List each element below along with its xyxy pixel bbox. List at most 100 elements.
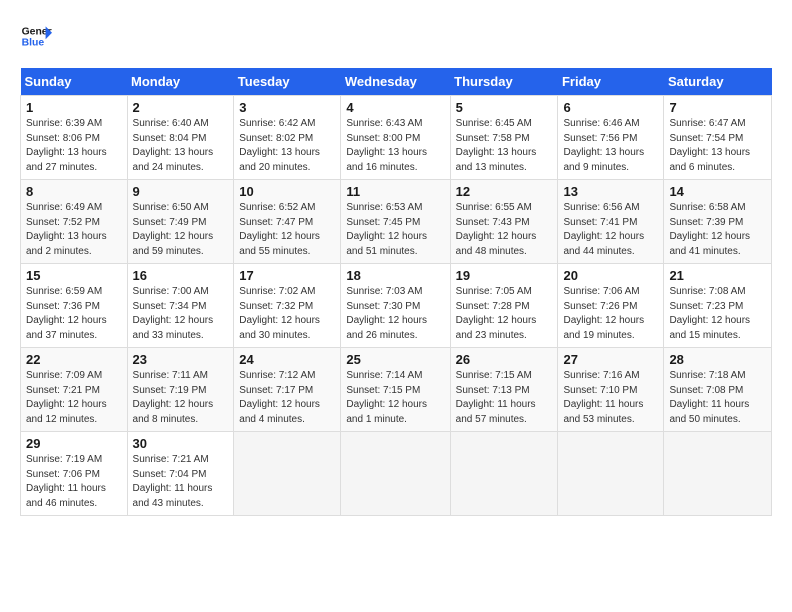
day-number: 28 xyxy=(669,352,766,367)
calendar-cell: 8 Sunrise: 6:49 AMSunset: 7:52 PMDayligh… xyxy=(21,180,128,264)
day-number: 7 xyxy=(669,100,766,115)
calendar-row: 1 Sunrise: 6:39 AMSunset: 8:06 PMDayligh… xyxy=(21,96,772,180)
calendar-cell: 26 Sunrise: 7:15 AMSunset: 7:13 PMDaylig… xyxy=(450,348,558,432)
day-info: Sunrise: 7:21 AMSunset: 7:04 PMDaylight:… xyxy=(133,453,229,511)
day-info: Sunrise: 6:47 AMSunset: 7:54 PMDaylight:… xyxy=(669,117,766,175)
day-info: Sunrise: 7:08 AMSunset: 7:23 PMDaylight:… xyxy=(669,285,766,343)
calendar-cell: 4 Sunrise: 6:43 AMSunset: 8:00 PMDayligh… xyxy=(341,96,450,180)
calendar-row: 29 Sunrise: 7:19 AMSunset: 7:06 PMDaylig… xyxy=(21,432,772,516)
day-number: 13 xyxy=(563,184,658,199)
day-info: Sunrise: 7:18 AMSunset: 7:08 PMDaylight:… xyxy=(669,369,766,427)
calendar-cell: 9 Sunrise: 6:50 AMSunset: 7:49 PMDayligh… xyxy=(127,180,234,264)
day-info: Sunrise: 6:58 AMSunset: 7:39 PMDaylight:… xyxy=(669,201,766,259)
calendar-cell: 10 Sunrise: 6:52 AMSunset: 7:47 PMDaylig… xyxy=(234,180,341,264)
calendar-cell: 23 Sunrise: 7:11 AMSunset: 7:19 PMDaylig… xyxy=(127,348,234,432)
day-info: Sunrise: 6:42 AMSunset: 8:02 PMDaylight:… xyxy=(239,117,335,175)
day-info: Sunrise: 6:39 AMSunset: 8:06 PMDaylight:… xyxy=(26,117,122,175)
day-number: 25 xyxy=(346,352,444,367)
calendar-cell: 18 Sunrise: 7:03 AMSunset: 7:30 PMDaylig… xyxy=(341,264,450,348)
day-info: Sunrise: 6:49 AMSunset: 7:52 PMDaylight:… xyxy=(26,201,122,259)
day-info: Sunrise: 7:05 AMSunset: 7:28 PMDaylight:… xyxy=(456,285,553,343)
calendar-cell: 15 Sunrise: 6:59 AMSunset: 7:36 PMDaylig… xyxy=(21,264,128,348)
calendar-cell: 19 Sunrise: 7:05 AMSunset: 7:28 PMDaylig… xyxy=(450,264,558,348)
day-number: 10 xyxy=(239,184,335,199)
day-info: Sunrise: 6:46 AMSunset: 7:56 PMDaylight:… xyxy=(563,117,658,175)
day-number: 1 xyxy=(26,100,122,115)
day-number: 15 xyxy=(26,268,122,283)
calendar-cell: 1 Sunrise: 6:39 AMSunset: 8:06 PMDayligh… xyxy=(21,96,128,180)
day-number: 20 xyxy=(563,268,658,283)
day-info: Sunrise: 6:53 AMSunset: 7:45 PMDaylight:… xyxy=(346,201,444,259)
day-info: Sunrise: 7:15 AMSunset: 7:13 PMDaylight:… xyxy=(456,369,553,427)
col-header-wednesday: Wednesday xyxy=(341,68,450,96)
day-info: Sunrise: 7:16 AMSunset: 7:10 PMDaylight:… xyxy=(563,369,658,427)
day-number: 18 xyxy=(346,268,444,283)
calendar-cell xyxy=(450,432,558,516)
day-number: 27 xyxy=(563,352,658,367)
day-info: Sunrise: 6:50 AMSunset: 7:49 PMDaylight:… xyxy=(133,201,229,259)
calendar-row: 22 Sunrise: 7:09 AMSunset: 7:21 PMDaylig… xyxy=(21,348,772,432)
day-number: 23 xyxy=(133,352,229,367)
day-info: Sunrise: 7:19 AMSunset: 7:06 PMDaylight:… xyxy=(26,453,122,511)
col-header-saturday: Saturday xyxy=(664,68,772,96)
day-number: 26 xyxy=(456,352,553,367)
calendar-cell xyxy=(341,432,450,516)
calendar-cell: 17 Sunrise: 7:02 AMSunset: 7:32 PMDaylig… xyxy=(234,264,341,348)
day-number: 29 xyxy=(26,436,122,451)
day-info: Sunrise: 7:03 AMSunset: 7:30 PMDaylight:… xyxy=(346,285,444,343)
day-number: 9 xyxy=(133,184,229,199)
day-number: 30 xyxy=(133,436,229,451)
calendar-cell: 13 Sunrise: 6:56 AMSunset: 7:41 PMDaylig… xyxy=(558,180,664,264)
day-number: 4 xyxy=(346,100,444,115)
day-info: Sunrise: 7:09 AMSunset: 7:21 PMDaylight:… xyxy=(26,369,122,427)
day-info: Sunrise: 6:40 AMSunset: 8:04 PMDaylight:… xyxy=(133,117,229,175)
calendar-cell: 11 Sunrise: 6:53 AMSunset: 7:45 PMDaylig… xyxy=(341,180,450,264)
calendar-cell xyxy=(664,432,772,516)
calendar-cell: 7 Sunrise: 6:47 AMSunset: 7:54 PMDayligh… xyxy=(664,96,772,180)
calendar-cell: 20 Sunrise: 7:06 AMSunset: 7:26 PMDaylig… xyxy=(558,264,664,348)
day-number: 19 xyxy=(456,268,553,283)
day-info: Sunrise: 6:43 AMSunset: 8:00 PMDaylight:… xyxy=(346,117,444,175)
calendar-cell: 22 Sunrise: 7:09 AMSunset: 7:21 PMDaylig… xyxy=(21,348,128,432)
day-number: 16 xyxy=(133,268,229,283)
calendar-cell: 30 Sunrise: 7:21 AMSunset: 7:04 PMDaylig… xyxy=(127,432,234,516)
calendar-cell: 16 Sunrise: 7:00 AMSunset: 7:34 PMDaylig… xyxy=(127,264,234,348)
day-info: Sunrise: 6:59 AMSunset: 7:36 PMDaylight:… xyxy=(26,285,122,343)
calendar-row: 8 Sunrise: 6:49 AMSunset: 7:52 PMDayligh… xyxy=(21,180,772,264)
day-number: 8 xyxy=(26,184,122,199)
col-header-monday: Monday xyxy=(127,68,234,96)
day-number: 11 xyxy=(346,184,444,199)
day-info: Sunrise: 7:14 AMSunset: 7:15 PMDaylight:… xyxy=(346,369,444,427)
day-number: 24 xyxy=(239,352,335,367)
day-info: Sunrise: 6:45 AMSunset: 7:58 PMDaylight:… xyxy=(456,117,553,175)
calendar-cell: 14 Sunrise: 6:58 AMSunset: 7:39 PMDaylig… xyxy=(664,180,772,264)
col-header-thursday: Thursday xyxy=(450,68,558,96)
day-number: 21 xyxy=(669,268,766,283)
day-number: 22 xyxy=(26,352,122,367)
calendar-cell: 6 Sunrise: 6:46 AMSunset: 7:56 PMDayligh… xyxy=(558,96,664,180)
col-header-sunday: Sunday xyxy=(21,68,128,96)
day-info: Sunrise: 7:02 AMSunset: 7:32 PMDaylight:… xyxy=(239,285,335,343)
col-header-tuesday: Tuesday xyxy=(234,68,341,96)
calendar-cell: 5 Sunrise: 6:45 AMSunset: 7:58 PMDayligh… xyxy=(450,96,558,180)
calendar-table: SundayMondayTuesdayWednesdayThursdayFrid… xyxy=(20,68,772,516)
col-header-friday: Friday xyxy=(558,68,664,96)
day-info: Sunrise: 7:00 AMSunset: 7:34 PMDaylight:… xyxy=(133,285,229,343)
logo-icon: General Blue xyxy=(20,20,52,52)
day-number: 5 xyxy=(456,100,553,115)
day-info: Sunrise: 6:55 AMSunset: 7:43 PMDaylight:… xyxy=(456,201,553,259)
calendar-cell: 25 Sunrise: 7:14 AMSunset: 7:15 PMDaylig… xyxy=(341,348,450,432)
page-header: General Blue xyxy=(20,20,772,52)
day-number: 14 xyxy=(669,184,766,199)
calendar-cell: 2 Sunrise: 6:40 AMSunset: 8:04 PMDayligh… xyxy=(127,96,234,180)
day-info: Sunrise: 7:12 AMSunset: 7:17 PMDaylight:… xyxy=(239,369,335,427)
calendar-cell xyxy=(234,432,341,516)
svg-text:Blue: Blue xyxy=(22,38,45,49)
day-info: Sunrise: 7:06 AMSunset: 7:26 PMDaylight:… xyxy=(563,285,658,343)
day-number: 12 xyxy=(456,184,553,199)
calendar-cell: 21 Sunrise: 7:08 AMSunset: 7:23 PMDaylig… xyxy=(664,264,772,348)
calendar-cell: 12 Sunrise: 6:55 AMSunset: 7:43 PMDaylig… xyxy=(450,180,558,264)
day-number: 6 xyxy=(563,100,658,115)
day-number: 3 xyxy=(239,100,335,115)
day-number: 2 xyxy=(133,100,229,115)
